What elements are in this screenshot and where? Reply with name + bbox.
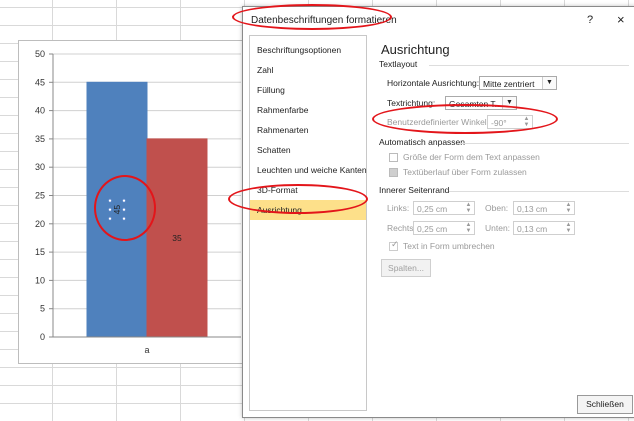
section-inner-margin: Innerer Seitenrand (379, 185, 450, 195)
close-button[interactable]: Schließen (577, 395, 633, 414)
nav-item-ausrichtung[interactable]: Ausrichtung (250, 200, 366, 220)
y-tick-label: 50 (35, 49, 45, 59)
top-margin-spinner[interactable]: 0,13 cm ▲ ▼ (513, 201, 575, 215)
right-margin-label: Rechts: (387, 223, 416, 233)
nav-item-3d-format[interactable]: 3D-Format (250, 180, 366, 200)
data-label: 45 (112, 205, 122, 215)
wrap-text-label: Text in Form umbrechen (403, 241, 495, 251)
nav-item-rahmenarten[interactable]: Rahmenarten (250, 120, 366, 140)
x-tick-label: a (144, 345, 149, 355)
text-direction-select[interactable]: Gesamten T... ▼ (445, 96, 517, 110)
left-margin-value: 0,25 cm (417, 204, 448, 214)
bottom-margin-value: 0,13 cm (517, 224, 548, 234)
category-list: Beschriftungsoptionen Zahl Füllung Rahme… (249, 35, 367, 411)
nav-item-leuchten[interactable]: Leuchten und weiche Kanten (250, 160, 367, 180)
spinner-arrows-icon: ▲ ▼ (465, 222, 472, 234)
text-direction-label: Textrichtung: (387, 98, 436, 108)
y-tick-label: 25 (35, 191, 45, 201)
horizontal-alignment-value: Mitte zentriert (483, 79, 535, 89)
panel-heading: Ausrichtung (381, 42, 450, 57)
selection-handle (108, 198, 113, 203)
custom-angle-spinner[interactable]: -90° ▲ ▼ (487, 115, 533, 129)
section-divider (429, 65, 629, 66)
y-tick-label: 10 (35, 275, 45, 285)
y-tick-label: 20 (35, 219, 45, 229)
text-direction-value: Gesamten T... (449, 99, 502, 109)
section-divider (457, 143, 629, 144)
close-icon[interactable]: × (617, 12, 625, 27)
selection-handle (122, 198, 127, 203)
allow-overflow-label: Textüberlauf über Form zulassen (403, 167, 527, 177)
selection-handle (122, 207, 127, 212)
selection-handle (122, 216, 127, 221)
custom-angle-value: -90° (491, 118, 507, 128)
chevron-down-icon: ▼ (542, 77, 556, 89)
y-tick-label: 5 (40, 304, 45, 314)
nav-item-zahl[interactable]: Zahl (250, 60, 366, 80)
bottom-margin-label: Unten: (485, 223, 511, 233)
spinner-arrows-icon: ▲ ▼ (465, 202, 472, 214)
y-tick-label: 40 (35, 106, 45, 116)
horizontal-alignment-label: Horizontale Ausrichtung: (387, 78, 480, 88)
format-data-labels-dialog: Datenbeschriftungen formatieren ? × Besc… (242, 6, 634, 418)
nav-item-rahmenfarbe[interactable]: Rahmenfarbe (250, 100, 366, 120)
nav-item-fuellung[interactable]: Füllung (250, 80, 366, 100)
spinner-arrows-icon: ▲ ▼ (565, 202, 572, 214)
custom-angle-label: Benutzerdefinierter Winkel: (387, 117, 490, 127)
section-textlayout: Textlayout (379, 59, 418, 69)
y-tick-label: 15 (35, 247, 45, 257)
ausrichtung-panel: Ausrichtung Textlayout Horizontale Ausri… (373, 35, 629, 381)
top-margin-label: Oben: (485, 203, 509, 213)
selection-handle (108, 207, 113, 212)
section-divider (449, 191, 629, 192)
chevron-down-icon: ▼ (502, 97, 516, 109)
nav-item-beschriftungsoptionen[interactable]: Beschriftungsoptionen (250, 40, 366, 60)
spinner-arrows-icon: ▲ ▼ (523, 116, 530, 128)
y-tick-label: 45 (35, 77, 45, 87)
selection-handle (108, 216, 113, 221)
dialog-title: Datenbeschriftungen formatieren (251, 15, 397, 26)
left-margin-label: Links: (387, 203, 410, 213)
right-margin-spinner[interactable]: 0,25 cm ▲ ▼ (413, 221, 475, 235)
y-tick-label: 0 (40, 332, 45, 342)
resize-shape-checkbox[interactable] (389, 153, 398, 162)
horizontal-alignment-select[interactable]: Mitte zentriert ▼ (479, 76, 557, 90)
left-margin-spinner[interactable]: 0,25 cm ▲ ▼ (413, 201, 475, 215)
spinner-arrows-icon: ▲ ▼ (565, 222, 572, 234)
right-margin-value: 0,25 cm (417, 224, 448, 234)
checkmark-icon: ✓ (391, 239, 399, 249)
dialog-titlebar[interactable]: Datenbeschriftungen formatieren ? × (243, 7, 634, 33)
y-tick-label: 35 (35, 134, 45, 144)
nav-item-schatten[interactable]: Schatten (250, 140, 366, 160)
chart-canvas: 0 5 10 15 20 25 30 35 40 45 50 45 35 a (35, 49, 241, 355)
allow-overflow-checkbox[interactable] (389, 168, 398, 177)
top-margin-value: 0,13 cm (517, 204, 548, 214)
bottom-margin-spinner[interactable]: 0,13 cm ▲ ▼ (513, 221, 575, 235)
data-label: 35 (172, 233, 182, 243)
section-auto-fit: Automatisch anpassen (379, 137, 465, 147)
help-icon[interactable]: ? (587, 14, 593, 26)
bar-chart[interactable]: 0 5 10 15 20 25 30 35 40 45 50 45 35 a (18, 40, 248, 364)
columns-button[interactable]: Spalten... (381, 259, 431, 277)
resize-shape-label: Größe der Form dem Text anpassen (403, 152, 540, 162)
y-tick-label: 30 (35, 162, 45, 172)
